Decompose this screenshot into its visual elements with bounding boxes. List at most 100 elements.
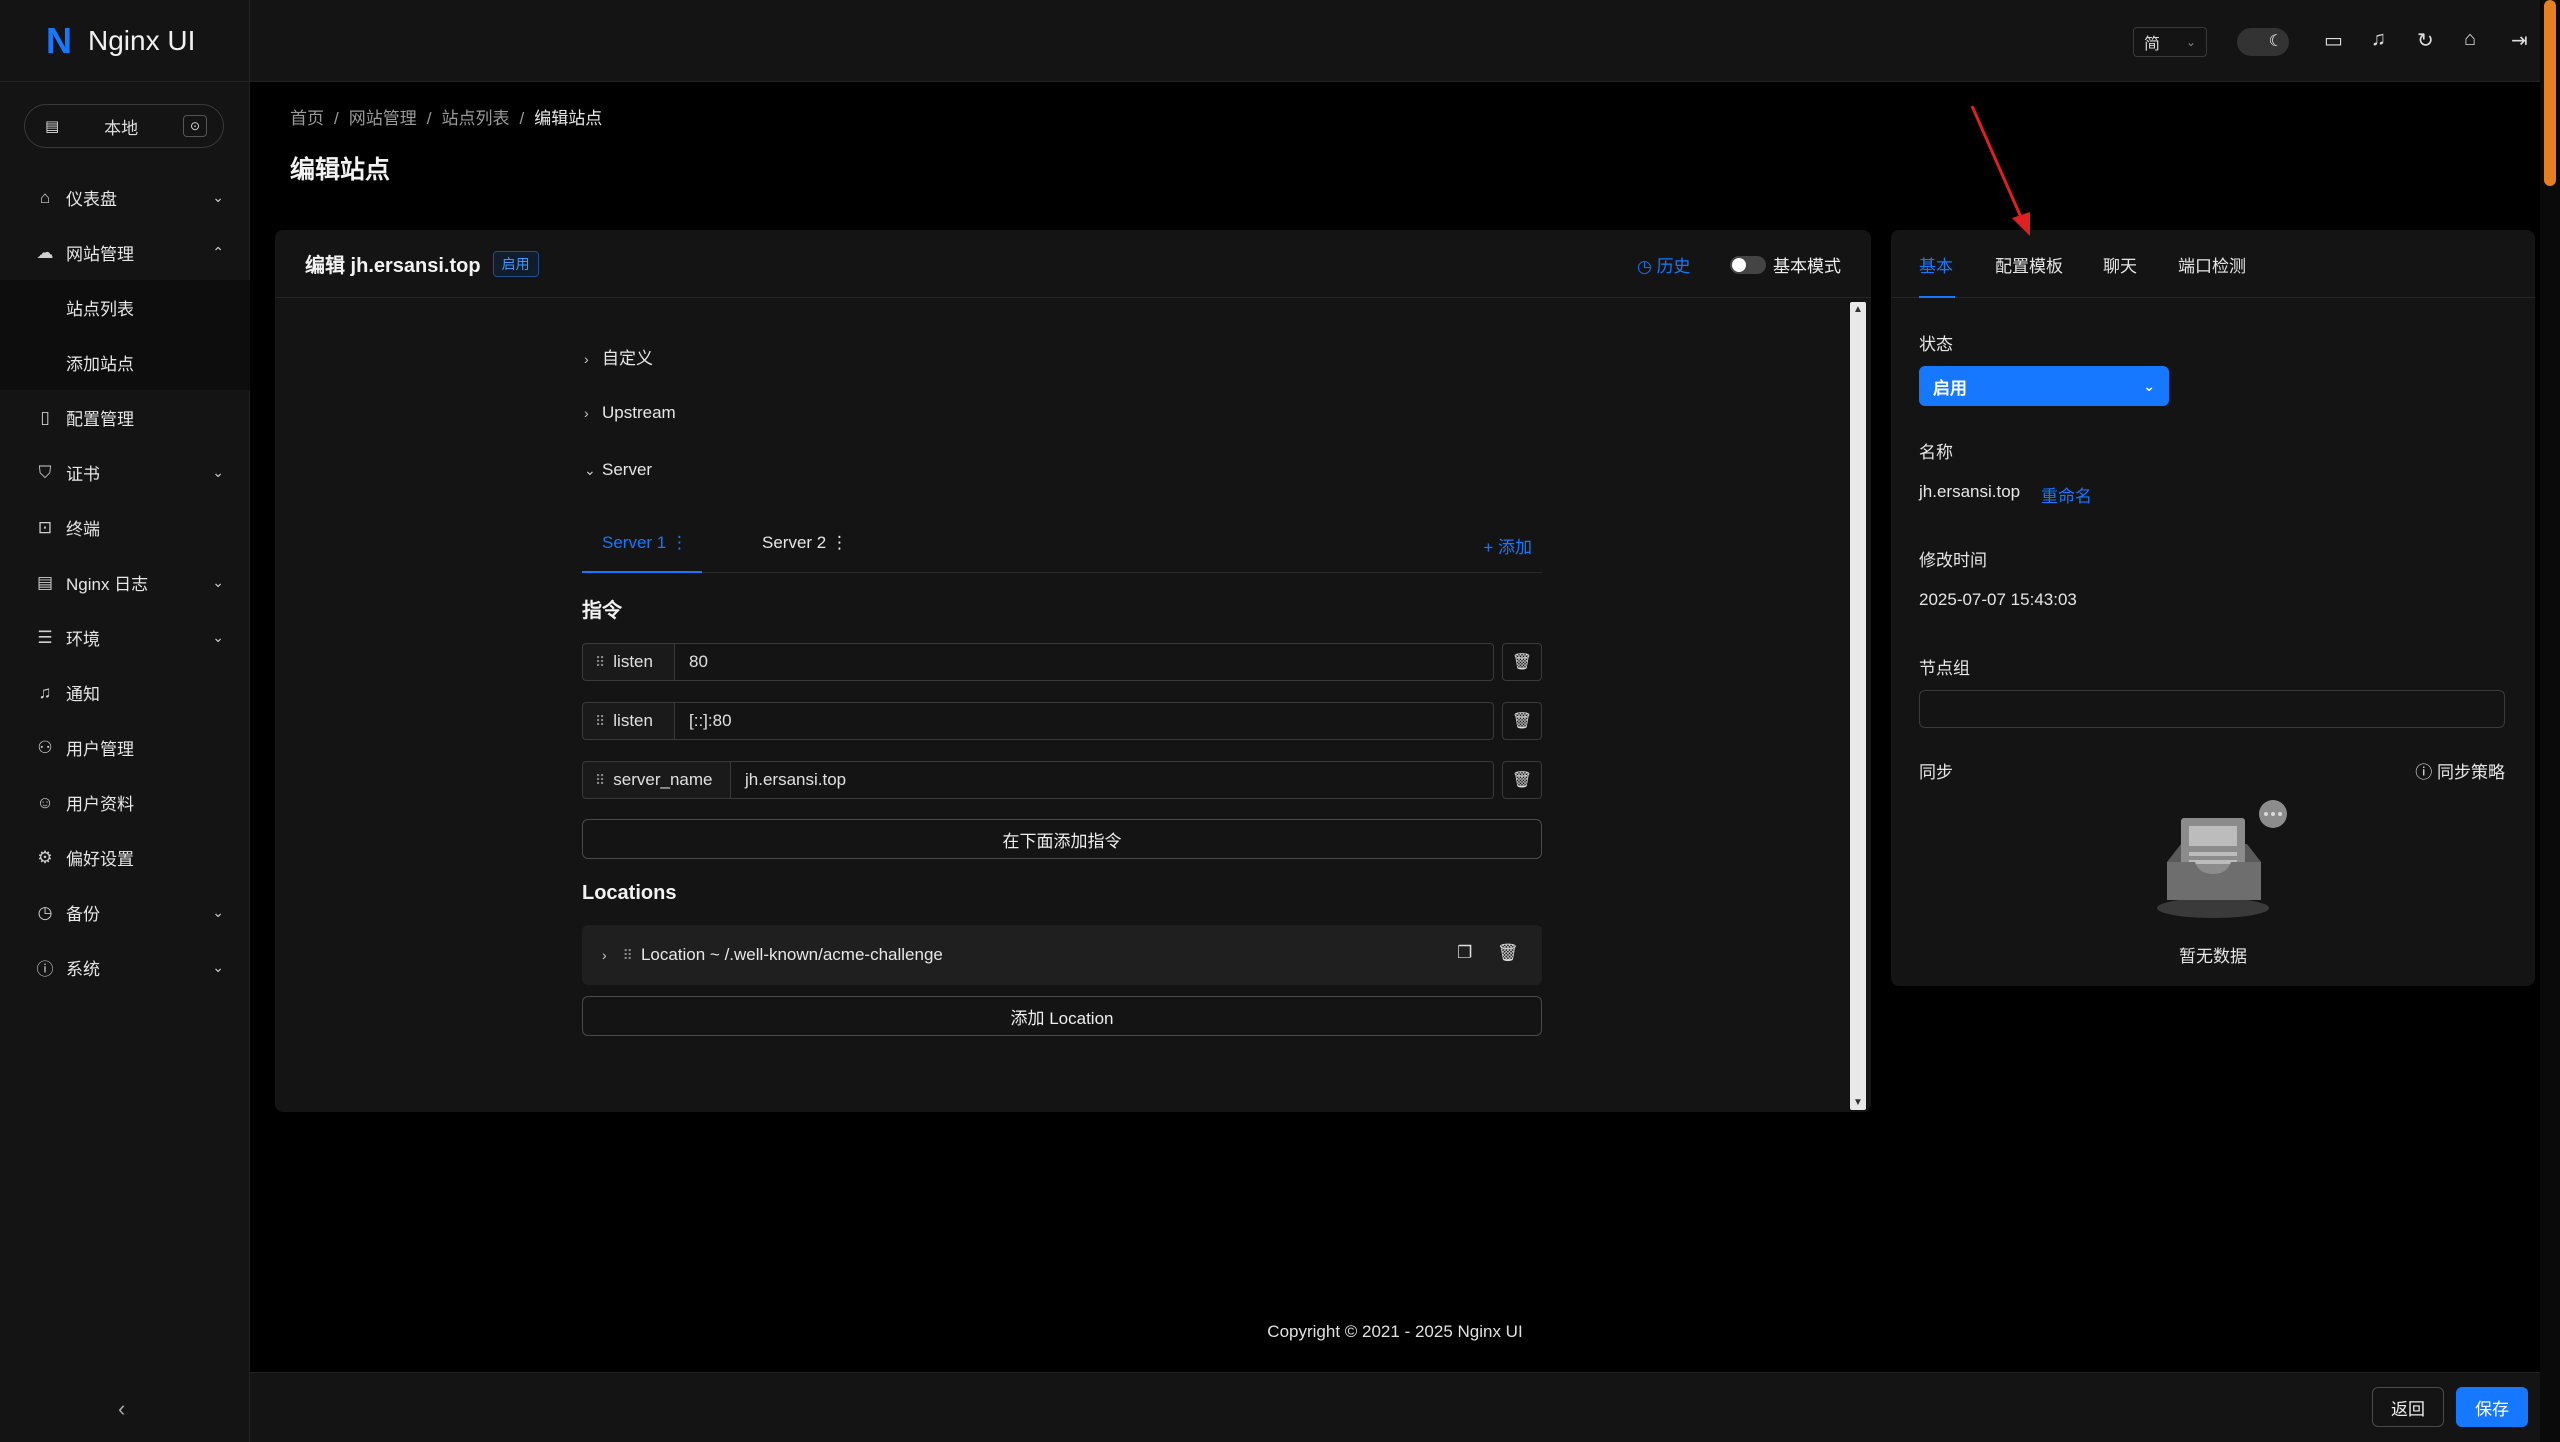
add-location-button[interactable]: 添加 Location: [582, 996, 1542, 1036]
chevron-down-icon: ⌄: [212, 574, 224, 590]
sidebar-item-site-management[interactable]: ☁ 网站管理 ⌃: [0, 225, 250, 280]
node-group-select[interactable]: [1919, 690, 2505, 728]
tab-chat[interactable]: 聊天: [2103, 252, 2137, 277]
tab-server-1[interactable]: Server 1 ⋮: [602, 533, 688, 553]
delete-directive-button[interactable]: 🗑: [1502, 761, 1542, 799]
drag-handle-icon[interactable]: ⠿: [595, 772, 605, 789]
tab-config-template[interactable]: 配置模板: [1995, 252, 2063, 277]
environment-label: 本地: [104, 118, 139, 138]
sidebar-item-add-site[interactable]: 添加站点: [0, 335, 250, 390]
directive-name[interactable]: ⠿ server_name: [582, 761, 730, 799]
section-label: 自定义: [602, 349, 653, 368]
directive-row: ⠿ listen 80 🗑: [582, 643, 1542, 681]
language-select[interactable]: 简 ⌄: [2133, 27, 2207, 57]
sidebar-item-environment[interactable]: ☰ 环境 ⌄: [0, 610, 250, 665]
info-icon: ⓘ: [2415, 763, 2437, 782]
sidebar-item-label: 网站管理: [66, 245, 134, 264]
sidebar-item-terminal[interactable]: ⊡ 终端: [0, 500, 250, 555]
drag-handle-icon[interactable]: ⠿: [595, 654, 605, 671]
trash-icon: 🗑: [1511, 654, 1533, 671]
sidebar-item-label: 仪表盘: [66, 190, 117, 209]
sidebar-item-label: 配置管理: [66, 410, 134, 429]
editor-scrollbar[interactable]: ▲ ▼: [1850, 302, 1866, 1110]
language-value: 简: [2144, 36, 2161, 53]
active-tab-indicator: [582, 571, 702, 573]
tab-basic[interactable]: 基本: [1919, 252, 1953, 277]
users-icon: ⚇: [37, 737, 53, 757]
save-button[interactable]: 保存: [2456, 1387, 2528, 1427]
chevron-right-icon[interactable]: ›: [602, 947, 607, 963]
history-icon: ◷: [1637, 257, 1657, 276]
location-path: Location ~ /.well-known/acme-challenge: [640, 945, 943, 964]
drag-handle-icon[interactable]: ⠿: [595, 713, 605, 730]
editor-title: 编辑 jh.ersansi.top: [305, 255, 481, 277]
clock-icon: ◷: [37, 902, 53, 922]
scroll-up-icon[interactable]: ▲: [1853, 304, 1863, 315]
reload-icon[interactable]: ↻: [2417, 28, 2434, 53]
rename-link[interactable]: 重命名: [2041, 482, 2092, 507]
scrollbar-thumb[interactable]: [2544, 0, 2556, 186]
sidebar-item-dashboard[interactable]: ⌂ 仪表盘 ⌄: [0, 170, 250, 225]
delete-directive-button[interactable]: 🗑: [1502, 643, 1542, 681]
delete-directive-button[interactable]: 🗑: [1502, 702, 1542, 740]
server-icon: ▤: [45, 118, 60, 135]
sidebar-item-certificates[interactable]: ⛉ 证书 ⌄: [0, 445, 250, 500]
trash-icon[interactable]: 🗑: [1497, 943, 1519, 963]
directive-value-input[interactable]: [::]:80: [674, 702, 1494, 740]
sidebar-item-label: 用户管理: [66, 740, 134, 759]
sidebar-item-nginx-logs[interactable]: ▤ Nginx 日志 ⌄: [0, 555, 250, 610]
back-button[interactable]: 返回: [2372, 1387, 2444, 1427]
scroll-down-icon[interactable]: ▼: [1853, 1097, 1863, 1108]
directives-heading: 指令: [582, 600, 622, 622]
environment-switch[interactable]: ▤ 本地 ⊙: [24, 104, 224, 148]
bell-icon[interactable]: ♫: [2371, 28, 2386, 51]
sync-policy-button[interactable]: ⓘ 同步策略: [2415, 758, 2505, 783]
status-select[interactable]: 启用 ⌄: [1919, 366, 2169, 406]
plus-icon: +: [1483, 538, 1498, 557]
switch-icon: ⊙: [183, 115, 207, 137]
home-icon[interactable]: ⌂: [2464, 28, 2476, 51]
directive-value-input[interactable]: 80: [674, 643, 1494, 681]
sidebar-item-label: 站点列表: [66, 300, 134, 319]
sidebar-item-backup[interactable]: ◷ 备份 ⌄: [0, 885, 250, 940]
add-directive-button[interactable]: 在下面添加指令: [582, 819, 1542, 859]
empty-state-text: 暂无数据: [2179, 947, 2247, 966]
page-scrollbar[interactable]: [2540, 0, 2560, 1442]
collapse-sidebar-icon[interactable]: ‹: [118, 1396, 125, 1422]
more-icon[interactable]: ⋮: [831, 533, 848, 552]
chevron-right-icon: ›: [584, 405, 589, 421]
app-logo[interactable]: N Nginx UI: [0, 0, 249, 82]
more-icon[interactable]: ⋮: [671, 533, 688, 552]
logout-icon[interactable]: ⇥: [2511, 28, 2528, 53]
breadcrumb-site-management[interactable]: 网站管理: [349, 109, 417, 128]
basic-mode-switch[interactable]: [1730, 256, 1766, 274]
theme-toggle[interactable]: [2237, 28, 2289, 56]
chevron-right-icon: ›: [584, 351, 589, 367]
monitor-icon[interactable]: ▭: [2324, 28, 2343, 53]
copy-icon[interactable]: ❐: [1457, 943, 1472, 963]
drag-handle-icon[interactable]: ⠿: [623, 947, 633, 964]
location-item[interactable]: › ⠿ Location ~ /.well-known/acme-challen…: [582, 925, 1542, 985]
add-label: 添加: [1498, 538, 1532, 557]
tab-port-check[interactable]: 端口检测: [2178, 252, 2246, 277]
add-server-button[interactable]: + 添加: [1483, 533, 1532, 558]
sidebar-item-preferences[interactable]: ⚙ 偏好设置: [0, 830, 250, 885]
breadcrumb-site-list[interactable]: 站点列表: [441, 109, 509, 128]
sidebar: N Nginx UI ▤ 本地 ⊙ ⌂ 仪表盘 ⌄ ☁ 网站管理 ⌃ 站点列表 添加站点…: [0, 0, 250, 1442]
sidebar-item-system[interactable]: ⓘ 系统 ⌄: [0, 940, 250, 995]
chevron-down-icon: ⌄: [2185, 35, 2196, 49]
section-server[interactable]: ⌄ Server: [584, 460, 652, 480]
history-button[interactable]: ◷ 历史: [1637, 252, 1691, 277]
sidebar-item-config[interactable]: ▯ 配置管理: [0, 390, 250, 445]
directive-value-input[interactable]: jh.ersansi.top: [730, 761, 1494, 799]
tab-server-2[interactable]: Server 2 ⋮: [762, 533, 848, 553]
directive-name[interactable]: ⠿ listen: [582, 702, 674, 740]
breadcrumb-home[interactable]: 首页: [290, 109, 324, 128]
sidebar-item-user-management[interactable]: ⚇ 用户管理: [0, 720, 250, 775]
directive-name[interactable]: ⠿ listen: [582, 643, 674, 681]
section-upstream[interactable]: › Upstream: [584, 403, 676, 423]
section-custom[interactable]: › 自定义: [584, 344, 653, 369]
sidebar-item-profile[interactable]: ☺ 用户资料: [0, 775, 250, 830]
sidebar-item-notifications[interactable]: ♫ 通知: [0, 665, 250, 720]
sidebar-item-site-list[interactable]: 站点列表: [0, 280, 250, 335]
